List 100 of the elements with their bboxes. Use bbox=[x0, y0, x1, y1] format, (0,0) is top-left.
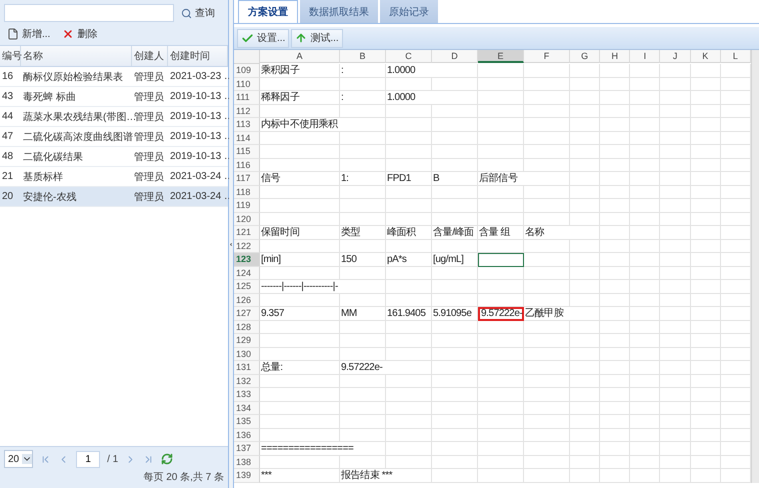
table-cell-text: 管理员 bbox=[133, 190, 165, 204]
row-number[interactable]: 133 bbox=[234, 388, 260, 402]
row-number[interactable]: 125 bbox=[234, 280, 260, 294]
sheet-cell bbox=[524, 280, 570, 294]
row-number[interactable]: 118 bbox=[234, 186, 260, 199]
column-header[interactable]: 创建时间 bbox=[168, 46, 228, 66]
tab[interactable]: 原始记录 bbox=[380, 0, 438, 23]
sheet-cell bbox=[524, 104, 570, 118]
row-number[interactable]: 117 bbox=[234, 172, 260, 186]
row-number[interactable]: 110 bbox=[234, 78, 260, 91]
search-button[interactable]: 查询 bbox=[178, 5, 218, 21]
sheet-cell bbox=[720, 280, 751, 294]
page-field[interactable]: 1 bbox=[76, 450, 100, 468]
sheet-cell: 峰面积 bbox=[386, 226, 432, 240]
row-number[interactable]: 121 bbox=[234, 226, 260, 240]
sheet-cell bbox=[630, 388, 660, 402]
column-header[interactable]: 创建人 bbox=[132, 46, 168, 66]
tab[interactable]: 数据抓取结果 bbox=[300, 0, 378, 23]
sheet-cell bbox=[524, 253, 570, 266]
row-number[interactable]: 112 bbox=[234, 104, 260, 118]
column-header[interactable]: H bbox=[600, 50, 630, 63]
row-number[interactable]: 135 bbox=[234, 415, 260, 428]
sheet-cell bbox=[386, 388, 432, 402]
column-header[interactable]: E bbox=[478, 50, 524, 63]
row-number[interactable]: 134 bbox=[234, 402, 260, 415]
row-number[interactable]: 116 bbox=[234, 158, 260, 172]
refresh-icon[interactable] bbox=[161, 453, 174, 465]
row-number[interactable]: 137 bbox=[234, 442, 260, 456]
column-header[interactable]: 编号 bbox=[0, 46, 21, 66]
sheet-cell: 9.357 bbox=[260, 307, 340, 320]
tab[interactable]: 方案设置 bbox=[238, 0, 298, 23]
column-header[interactable]: B bbox=[340, 50, 386, 63]
column-header[interactable]: K bbox=[690, 50, 721, 63]
sheet-cell bbox=[720, 348, 751, 361]
last-page-icon[interactable] bbox=[143, 454, 154, 464]
sheet-cell bbox=[720, 240, 751, 253]
sheet-cell: 保留时间 bbox=[260, 226, 340, 240]
column-header[interactable]: J bbox=[660, 50, 691, 63]
row-number[interactable]: 138 bbox=[234, 456, 260, 469]
table-cell-text: 管理员 bbox=[133, 70, 165, 84]
column-header[interactable]: I bbox=[630, 50, 660, 63]
sheet-cell bbox=[600, 374, 630, 388]
row-number[interactable]: 123 bbox=[234, 253, 260, 266]
sheet-cell bbox=[630, 348, 660, 361]
collapse-icon[interactable] bbox=[229, 242, 233, 246]
page-size-select[interactable]: 20 bbox=[4, 450, 34, 468]
active-cell[interactable] bbox=[478, 253, 524, 266]
row-number[interactable]: 139 bbox=[234, 469, 260, 482]
settings-button[interactable]: 设置... bbox=[237, 28, 290, 48]
sheet-cell bbox=[478, 374, 524, 388]
column-header[interactable]: F bbox=[524, 50, 570, 63]
row-number[interactable]: 113 bbox=[234, 118, 260, 132]
sheet-cell: 总量: bbox=[260, 361, 340, 374]
sheet-cell bbox=[340, 334, 386, 348]
sheet-cell bbox=[630, 78, 660, 91]
sheet-cell bbox=[386, 374, 432, 388]
column-header[interactable]: D bbox=[432, 50, 478, 63]
sheet-cell bbox=[432, 212, 478, 226]
sheet-cell bbox=[340, 240, 386, 253]
sheet-cell bbox=[386, 402, 432, 415]
row-number[interactable]: 115 bbox=[234, 145, 260, 158]
column-header[interactable]: G bbox=[570, 50, 600, 63]
first-page-icon[interactable] bbox=[40, 454, 52, 464]
row-number[interactable]: 131 bbox=[234, 361, 260, 374]
sheet-cell bbox=[660, 388, 691, 402]
sheet-cell bbox=[660, 266, 691, 280]
column-header[interactable]: L bbox=[720, 50, 751, 63]
sheet-corner[interactable] bbox=[234, 50, 260, 64]
row-number[interactable]: 127 bbox=[234, 307, 260, 320]
add-button[interactable]: 新增... bbox=[4, 26, 54, 42]
search-field[interactable] bbox=[4, 4, 174, 22]
sheet-cell bbox=[600, 145, 630, 158]
row-number[interactable]: 136 bbox=[234, 428, 260, 442]
column-header[interactable]: C bbox=[386, 50, 432, 63]
row-number[interactable]: 132 bbox=[234, 374, 260, 388]
row-number[interactable]: 109 bbox=[234, 64, 260, 78]
row-number[interactable]: 128 bbox=[234, 320, 260, 334]
sheet-cell bbox=[690, 442, 721, 456]
row-number[interactable]: 124 bbox=[234, 266, 260, 280]
row-number[interactable]: 111 bbox=[234, 91, 260, 104]
row-number[interactable]: 119 bbox=[234, 199, 260, 212]
sheet-cell bbox=[600, 402, 630, 415]
test-button[interactable]: 测试... bbox=[291, 28, 343, 48]
sheet-cell: 名称 bbox=[524, 226, 600, 240]
delete-button[interactable]: 删除 bbox=[59, 26, 100, 42]
column-header[interactable]: A bbox=[260, 50, 340, 63]
sheet-cell bbox=[478, 402, 524, 415]
sheet-cell bbox=[432, 132, 478, 145]
sheet-cell: -------|------|----------|- bbox=[260, 280, 386, 294]
row-number[interactable]: 114 bbox=[234, 132, 260, 145]
row-number[interactable]: 120 bbox=[234, 212, 260, 226]
row-number[interactable]: 122 bbox=[234, 240, 260, 253]
row-number[interactable]: 130 bbox=[234, 348, 260, 361]
table-cell-text: 20 bbox=[1, 190, 14, 204]
column-header[interactable]: 名称 bbox=[21, 46, 132, 66]
sheet-cell bbox=[690, 253, 721, 266]
sheet-cell bbox=[570, 78, 600, 91]
row-number[interactable]: 129 bbox=[234, 334, 260, 348]
sheet-cell bbox=[570, 428, 600, 442]
row-number[interactable]: 126 bbox=[234, 294, 260, 307]
